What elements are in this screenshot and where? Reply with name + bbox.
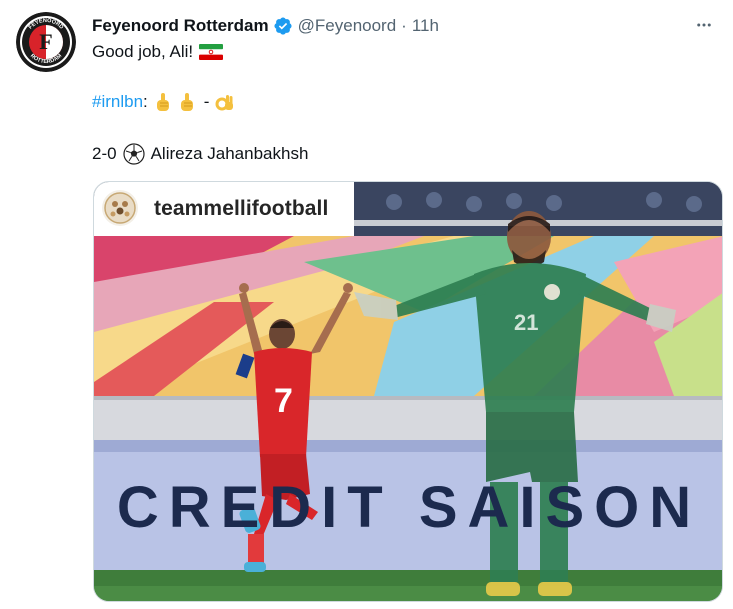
tweet-card[interactable]: F FEYENOORD ROTTERDAM Feyenoord Rotterda… [0, 0, 733, 609]
separator-dot: · [401, 16, 407, 35]
display-name[interactable]: Feyenoord Rotterdam [92, 16, 269, 36]
colon-text: : [143, 92, 148, 111]
tweet-time[interactable]: 11h [412, 16, 439, 36]
verified-badge-icon[interactable] [273, 16, 293, 36]
more-options-icon[interactable] [693, 14, 715, 36]
tweet-header: Feyenoord Rotterdam @Feyenoord · 11h [92, 14, 723, 38]
svg-text:F: F [39, 29, 52, 54]
instagram-avatar [102, 190, 138, 226]
svg-text:7: 7 [274, 382, 293, 420]
banner-sponsor-text: CREDIT SAISON [116, 475, 702, 540]
tweet-text-line-3: 2-0 Alireza Jahanbakhsh [92, 143, 308, 165]
player-name-text: Alireza Jahanbakhsh [150, 144, 309, 163]
feyenoord-logo-icon: F FEYENOORD ROTTERDAM [16, 12, 76, 72]
user-handle[interactable]: @Feyenoord [298, 16, 397, 36]
index-up-icon [154, 92, 172, 112]
ok-hand-icon [215, 92, 235, 112]
dash-text: - [203, 92, 210, 111]
instagram-account-name: teammellifootball [154, 197, 329, 220]
flag-iran-icon [199, 44, 224, 60]
tweet-text-line-2: #irnlbn : - [92, 92, 235, 112]
profile-avatar[interactable]: F FEYENOORD ROTTERDAM [16, 12, 76, 72]
index-up-icon [178, 92, 196, 112]
soccer-ball-icon [122, 143, 145, 165]
tweet-media-image[interactable]: 7 21 CREDIT SAISON teammellifootball [93, 181, 723, 602]
tweet-text-line-1: Good job, Ali! [92, 42, 224, 62]
hashtag-link[interactable]: #irnlbn [92, 92, 143, 112]
score-text: 2-0 [92, 144, 117, 163]
tweet-greeting: Good job, Ali! [92, 42, 194, 61]
svg-text:21: 21 [514, 310, 538, 335]
instagram-header: teammellifootball [94, 182, 354, 236]
